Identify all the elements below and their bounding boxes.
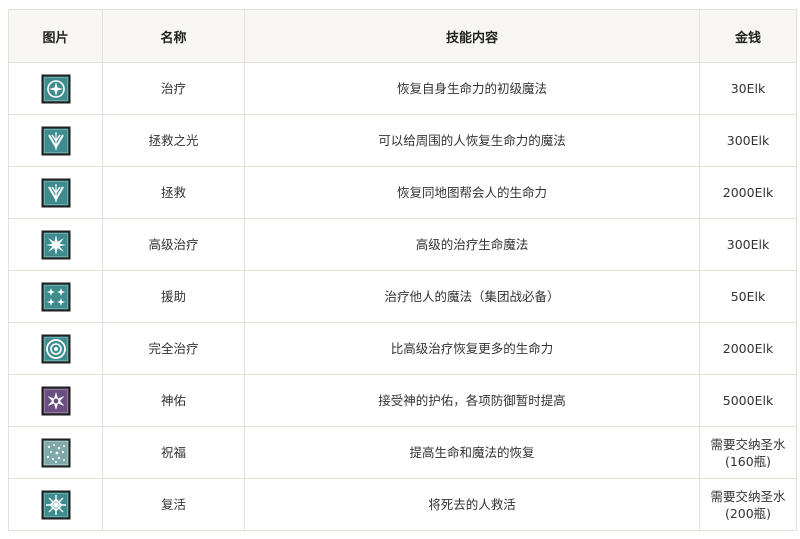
chevron-cross-icon [41,126,71,156]
cell-cost: 300Elk [699,114,797,167]
table-row: 拯救之光 可以给周围的人恢复生命力的魔法 300Elk [8,114,797,167]
cell-desc: 恢复同地图帮会人的生命力 [244,166,700,219]
cell-desc: 比高级治疗恢复更多的生命力 [244,322,700,375]
cell-name: 神佑 [102,374,245,427]
compass-star-icon [41,74,71,104]
cell-image [8,322,103,375]
cell-desc: 恢复自身生命力的初级魔法 [244,62,700,115]
table-row: 治疗 恢复自身生命力的初级魔法 30Elk [8,62,797,115]
table-row: 神佑 接受神的护佑，各项防御暂时提高 5000Elk [8,374,797,427]
cell-image [8,270,103,323]
header-cost: 金钱 [699,9,797,63]
four-sparkles-icon [41,282,71,312]
skills-table: 图片 名称 技能内容 金钱 治疗 恢复自身生命力的初级魔法 30Elk 拯救之光 可以给… [8,9,797,531]
table-row: 拯救 恢复同地图帮会人的生命力 2000Elk [8,166,797,219]
header-image: 图片 [8,9,103,63]
cell-desc: 接受神的护佑，各项防御暂时提高 [244,374,700,427]
table-header-row: 图片 名称 技能内容 金钱 [8,9,797,63]
header-desc: 技能内容 [244,9,700,63]
table-row: 高级治疗 高级的治疗生命魔法 300Elk [8,218,797,271]
concentric-rings-icon [41,334,71,364]
cell-cost: 5000Elk [699,374,797,427]
cell-cost: 需要交纳圣水 (200瓶) [699,478,797,531]
table-body: 治疗 恢复自身生命力的初级魔法 30Elk 拯救之光 可以给周围的人恢复生命力的魔法 30… [8,62,797,531]
cell-cost: 30Elk [699,62,797,115]
chevron-cross-icon [41,178,71,208]
table-row: 祝福 提高生命和魔法的恢复 需要交纳圣水 (160瓶) [8,426,797,479]
blessing-sparkle-icon [41,438,71,468]
cell-name: 高级治疗 [102,218,245,271]
cell-desc: 高级的治疗生命魔法 [244,218,700,271]
revive-burst-icon [41,490,71,520]
cell-name: 完全治疗 [102,322,245,375]
cell-desc: 可以给周围的人恢复生命力的魔法 [244,114,700,167]
cell-desc: 将死去的人救活 [244,478,700,531]
cell-image [8,478,103,531]
cell-cost: 2000Elk [699,322,797,375]
cell-image [8,218,103,271]
divine-star-icon [41,386,71,416]
cell-name: 拯救之光 [102,114,245,167]
cell-cost: 50Elk [699,270,797,323]
table-row: 复活 将死去的人救活 需要交纳圣水 (200瓶) [8,478,797,531]
cell-name: 治疗 [102,62,245,115]
cell-name: 拯救 [102,166,245,219]
cell-image [8,426,103,479]
starburst-icon [41,230,71,260]
cell-image [8,374,103,427]
cell-cost: 300Elk [699,218,797,271]
cell-name: 援助 [102,270,245,323]
table-row: 完全治疗 比高级治疗恢复更多的生命力 2000Elk [8,322,797,375]
cell-desc: 治疗他人的魔法（集团战必备） [244,270,700,323]
cell-cost: 需要交纳圣水 (160瓶) [699,426,797,479]
skills-table-container: 图片 名称 技能内容 金钱 治疗 恢复自身生命力的初级魔法 30Elk 拯救之光 可以给… [8,9,797,531]
cell-image [8,166,103,219]
cell-image [8,62,103,115]
cell-name: 祝福 [102,426,245,479]
table-row: 援助 治疗他人的魔法（集团战必备） 50Elk [8,270,797,323]
cell-cost: 2000Elk [699,166,797,219]
header-name: 名称 [102,9,245,63]
cell-name: 复活 [102,478,245,531]
cell-desc: 提高生命和魔法的恢复 [244,426,700,479]
cell-image [8,114,103,167]
